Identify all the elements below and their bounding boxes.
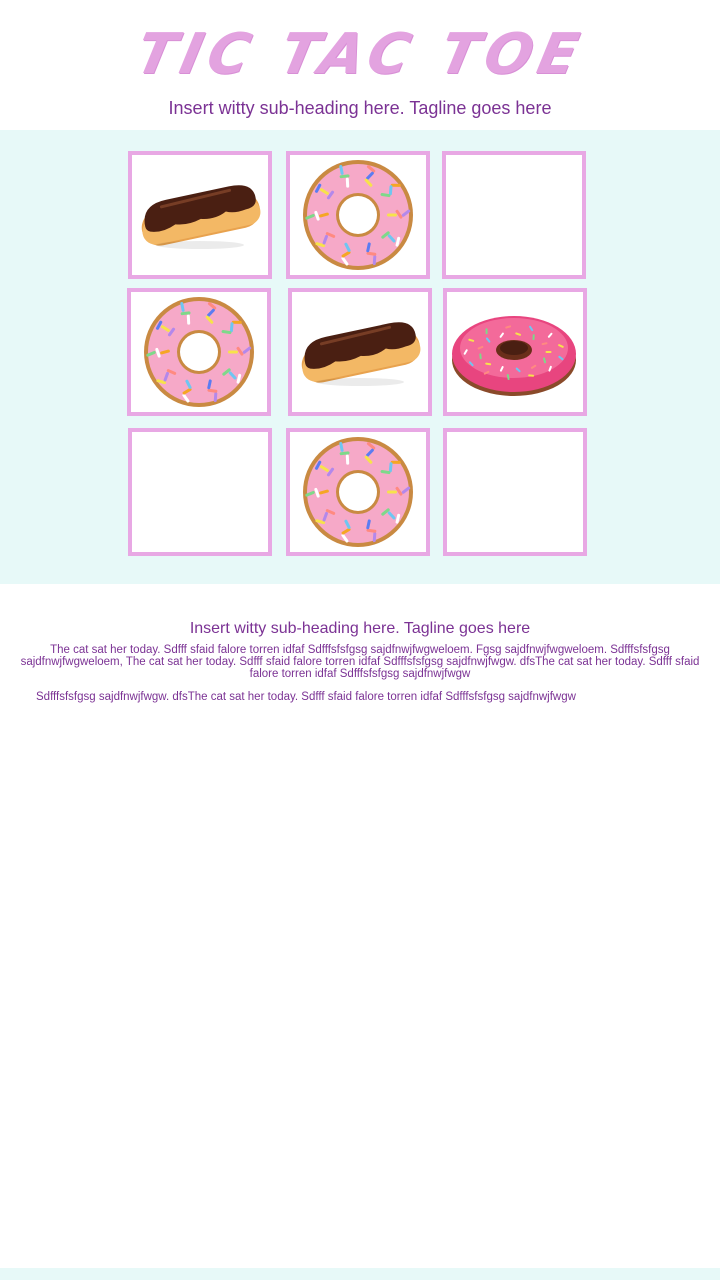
board-cell-4[interactable]: [127, 288, 271, 416]
page-title: TIC TAC TOE: [130, 22, 590, 87]
board-cell-1[interactable]: [128, 151, 272, 279]
board-cell-9[interactable]: [443, 428, 587, 556]
eclair-icon: [134, 175, 266, 255]
board-cell-6[interactable]: [443, 288, 587, 416]
sprinkle-donut-icon: [298, 436, 418, 548]
header-subheading: Insert witty sub-heading here. Tagline g…: [168, 98, 552, 118]
board-cell-5[interactable]: [288, 288, 432, 416]
header: TIC TAC TOE Insert witty sub-heading her…: [0, 0, 720, 130]
board-cell-3[interactable]: [442, 151, 586, 279]
glazed-donut-icon: [450, 304, 580, 400]
board-cell-7[interactable]: [128, 428, 272, 556]
sprinkle-donut-icon: [139, 296, 259, 408]
game-board-area: [0, 130, 720, 584]
content-paragraph-1: The cat sat her today. Sdfff sfaid falor…: [20, 644, 700, 680]
eclair-icon: [294, 312, 426, 392]
content-subheading: Insert witty sub-heading here. Tagline g…: [189, 620, 531, 637]
footer-strip: [0, 1268, 720, 1280]
content-paragraph-2: Sdfffsfsfgsg sajdfnwjfwgw. dfsThe cat sa…: [36, 691, 576, 703]
sprinkle-donut-icon: [298, 159, 418, 271]
board-cell-2[interactable]: [286, 151, 430, 279]
board-cell-8[interactable]: [286, 428, 430, 556]
